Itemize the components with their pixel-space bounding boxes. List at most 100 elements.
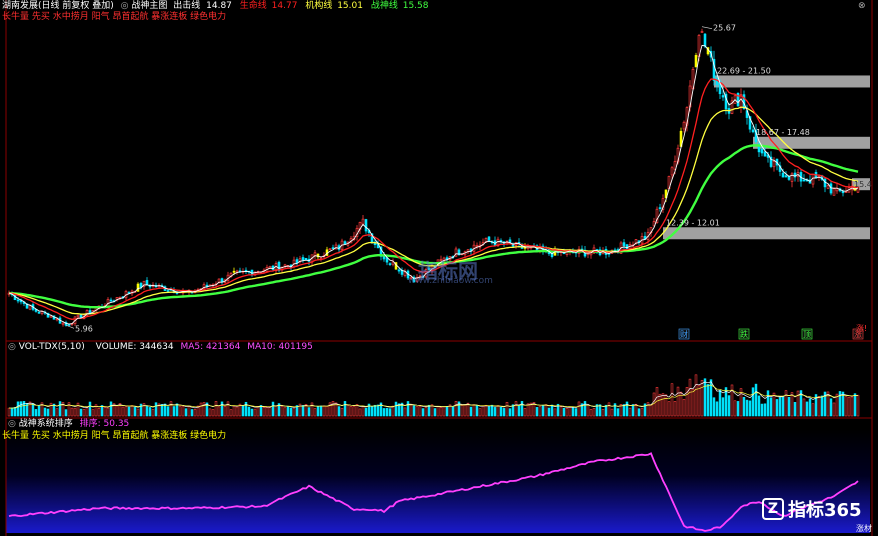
- volume-bar: [610, 408, 614, 417]
- volume-bar: [424, 406, 428, 417]
- volume-bar: [850, 396, 854, 417]
- volume-bar: [292, 408, 296, 417]
- volume-bar: [76, 402, 80, 417]
- volume-bar: [250, 408, 254, 417]
- candle-body: [670, 167, 674, 176]
- volume-bar: [802, 398, 806, 417]
- volume-bar: [268, 407, 272, 417]
- low-label: 5.96: [75, 324, 93, 333]
- volume-bar: [109, 401, 113, 417]
- volume-bar: [280, 405, 284, 417]
- candle-body: [343, 241, 347, 245]
- volume-bar: [211, 409, 215, 417]
- volume-bar: [190, 409, 194, 417]
- candle-body: [823, 178, 827, 188]
- line3-value: 15.01: [337, 1, 363, 11]
- volume-bar: [736, 401, 740, 417]
- volume-bar: [73, 407, 77, 417]
- volume-bar: [265, 407, 269, 417]
- volume-bar: [445, 406, 449, 417]
- candle-body: [751, 129, 755, 133]
- corner-tag: 涨!: [856, 324, 868, 333]
- volume-bar: [730, 384, 734, 417]
- volume-bar: [748, 400, 752, 417]
- volume-bar: [82, 409, 86, 417]
- candle-body: [475, 245, 479, 247]
- volume-bar: [475, 405, 479, 417]
- vol-ma10: MA10: 401195: [247, 342, 313, 352]
- volume-bar: [91, 409, 95, 417]
- volume-bar: [658, 393, 662, 417]
- volume-bar: [286, 406, 290, 417]
- volume-bar: [337, 406, 341, 417]
- volume-bar: [34, 409, 38, 417]
- indicator-sub: 出击线: [173, 1, 201, 11]
- volume-bar: [607, 402, 611, 417]
- volume-bar: [223, 406, 227, 417]
- volume-bar: [631, 404, 635, 417]
- volume-bar: [163, 403, 167, 417]
- volume-bar: [391, 405, 395, 417]
- volume-bar: [217, 406, 221, 417]
- signal-marker: 顶: [803, 330, 811, 339]
- signal-marker: 跌: [740, 329, 748, 339]
- candle-body: [328, 248, 332, 251]
- volume-bar: [559, 406, 563, 417]
- volume-bar: [535, 407, 539, 417]
- volume-bar: [727, 395, 731, 417]
- volume-bar: [382, 408, 386, 417]
- volume-bar: [385, 407, 389, 417]
- vol-ma5: MA5: 421364: [180, 342, 241, 352]
- volume-bar: [487, 406, 491, 417]
- volume-bar: [508, 408, 512, 417]
- volume-bar: [274, 405, 278, 417]
- volume-bar: [79, 408, 83, 417]
- candle-body: [622, 242, 626, 246]
- volume-bar: [151, 409, 155, 417]
- volume-bar: [568, 406, 572, 417]
- volume-bar: [100, 405, 104, 417]
- volume-bar: [340, 407, 344, 417]
- line1-value: 14.87: [206, 1, 232, 11]
- volume-bar: [187, 405, 191, 417]
- candle-body: [319, 257, 323, 260]
- volume-bar: [145, 405, 149, 417]
- volume-bar: [703, 378, 707, 417]
- candle-body: [136, 283, 140, 292]
- high-label: 25.67: [713, 24, 736, 33]
- volume-bar: [565, 408, 569, 417]
- volume-bar: [307, 407, 311, 417]
- volume-bar: [325, 405, 329, 417]
- volume-bar: [541, 404, 545, 417]
- volume-bar: [664, 394, 668, 417]
- candle-body: [88, 310, 92, 314]
- close-icon[interactable]: ⊗: [858, 1, 866, 12]
- line2-label: 生命线: [239, 1, 267, 11]
- volume-bar: [829, 398, 833, 417]
- volume-bar: [691, 388, 695, 417]
- osc-value: 排序: 50.35: [79, 419, 130, 429]
- candle-body: [76, 314, 80, 318]
- volume-bar: [790, 392, 794, 417]
- volume-bar: [220, 401, 224, 417]
- vol-name: VOL-TDX(5,10): [18, 342, 85, 352]
- volume-bar: [31, 403, 35, 417]
- volume-bar: [628, 407, 632, 417]
- volume-bar: [319, 405, 323, 417]
- volume-bar: [376, 404, 380, 417]
- volume-bar: [526, 403, 530, 417]
- candle-body: [205, 284, 209, 287]
- volume-bar: [97, 408, 101, 417]
- volume-bar: [106, 407, 110, 417]
- volume-bar: [472, 404, 476, 417]
- volume-bar: [19, 401, 23, 417]
- volume-bar: [583, 401, 587, 417]
- candle-body: [832, 188, 836, 196]
- volume-bar: [55, 408, 59, 417]
- volume-bar: [352, 406, 356, 417]
- volume-bar: [349, 406, 353, 417]
- osc-desc: 长牛量 先买 水中捞月 阳气 昂首起航 暴涨连板 绿色电力: [2, 431, 227, 441]
- candle-body: [166, 290, 170, 292]
- brand-icon: Z: [762, 498, 784, 520]
- volume-bar: [361, 406, 365, 417]
